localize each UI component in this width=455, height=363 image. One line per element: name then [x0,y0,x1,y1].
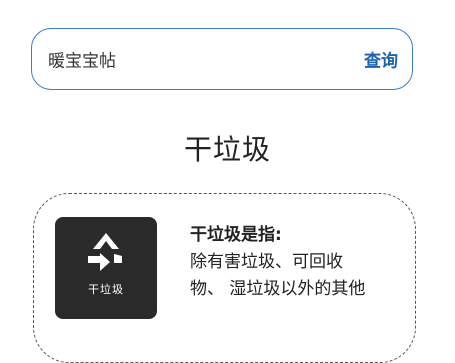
search-button[interactable]: 查询 [364,47,398,72]
definition-line: 除有害垃圾、可回收 [190,252,343,272]
category-icon-tile: 干垃圾 [55,217,157,319]
search-box: 暖宝宝帖 查询 [31,28,413,90]
definition-line: 物、 湿垃圾以外的其他 [190,279,366,299]
definition-heading: 干垃圾是指: [190,225,282,245]
category-title: 干垃圾 [183,133,271,166]
search-input[interactable]: 暖宝宝帖 [48,47,116,72]
recycle-arrows-icon [88,233,122,271]
